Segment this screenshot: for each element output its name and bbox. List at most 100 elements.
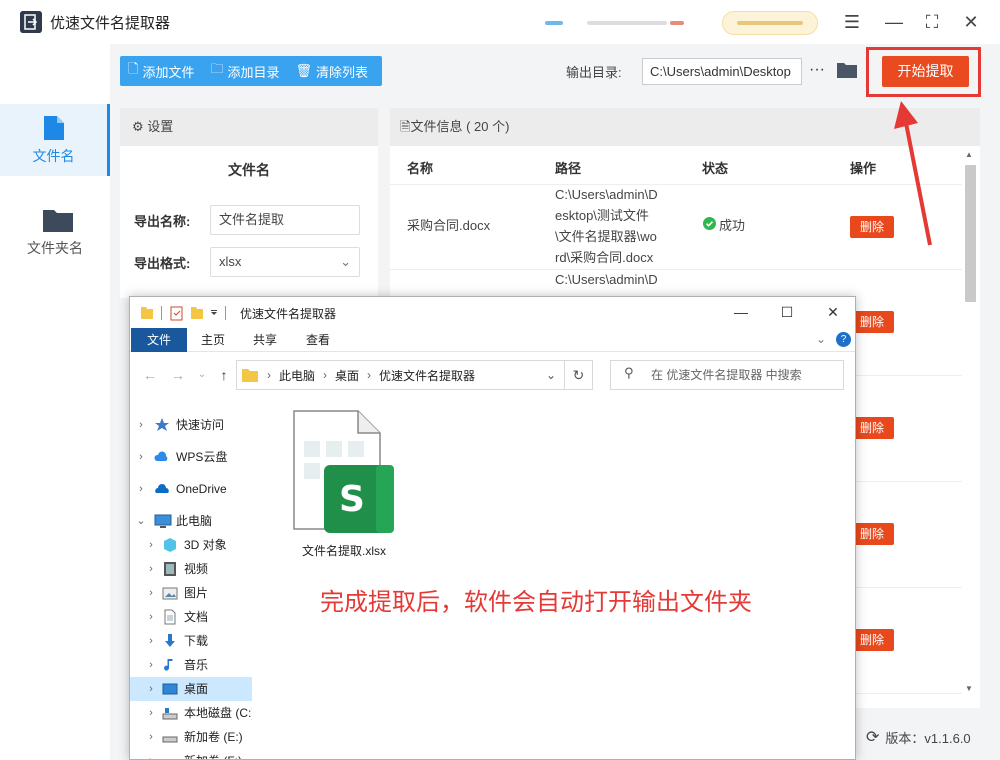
breadcrumb-item[interactable]: 桌面 [335, 367, 359, 384]
chevron-right-icon[interactable]: › [144, 725, 158, 749]
quick-access-toolbar-icon[interactable] [139, 304, 234, 322]
file-name-cell: 采购合同.docx [407, 218, 491, 233]
vip-badge[interactable] [722, 11, 818, 35]
tab-file[interactable]: 文件 [131, 328, 187, 352]
close-icon[interactable]: ✕ [957, 8, 985, 36]
chevron-right-icon[interactable]: › [144, 557, 158, 581]
picture-icon [162, 585, 178, 601]
tree-item-local-disk-c[interactable]: › 本地磁盘 (C:) [130, 701, 252, 725]
settings-header: ⚙ 设置 [120, 108, 378, 146]
fullscreen-icon[interactable]: ⛶ [918, 8, 946, 36]
desktop-icon [162, 681, 178, 697]
tree-item-onedrive[interactable]: › OneDrive [130, 477, 252, 501]
explorer-title: 优速文件名提取器 [240, 307, 337, 321]
menu-icon[interactable]: ☰ [838, 8, 866, 36]
tree-item-this-pc[interactable]: ⌄ 此电脑 [130, 509, 252, 533]
chevron-right-icon[interactable]: › [144, 701, 158, 725]
drive-icon [162, 705, 178, 721]
output-dir-input[interactable]: C:\Users\admin\Desktop [642, 58, 802, 85]
tree-item-desktop[interactable]: › 桌面 [130, 677, 252, 701]
back-arrow-icon[interactable]: ← [138, 360, 162, 390]
tree-item-documents[interactable]: › 文档 [130, 605, 252, 629]
tree-item-music[interactable]: › 音乐 [130, 653, 252, 677]
export-format-select[interactable]: xlsx ⌄ [210, 247, 360, 277]
address-bar[interactable]: › 此电脑 › 桌面 › 优速文件名提取器 ⌄ [236, 360, 565, 390]
breadcrumb-item[interactable]: 优速文件名提取器 [379, 367, 475, 384]
chevron-right-icon[interactable]: › [144, 581, 158, 605]
tab-view[interactable]: 查看 [295, 328, 341, 352]
file-icon [41, 114, 67, 142]
chevron-right-icon[interactable]: › [144, 629, 158, 653]
recent-dropdown-icon[interactable]: ⌄ [190, 360, 214, 390]
column-header-status: 状态 [702, 161, 729, 176]
search-input[interactable]: 在 优速文件名提取器 中搜索 [610, 360, 844, 390]
download-icon [162, 633, 178, 649]
chevron-down-icon[interactable]: ⌄ [134, 509, 148, 533]
explorer-maximize-icon[interactable]: ☐ [764, 297, 810, 327]
chevron-right-icon[interactable]: › [144, 533, 158, 557]
export-name-label: 导出名称: [134, 213, 191, 229]
refresh-button[interactable]: ↻ [565, 360, 593, 390]
chevron-right-icon[interactable]: › [134, 413, 148, 437]
sidebar-item-filename[interactable]: 文件名 [0, 104, 110, 176]
tree-item-volume-f[interactable]: › 新加卷 (F:) [130, 749, 252, 759]
file-explorer-window: 优速文件名提取器 — ☐ ✕ 文件 主页 共享 查看 ⌄ ? ← → ⌄ ↑ ›… [129, 296, 856, 760]
add-file-button[interactable]: 🗋 添加文件 [120, 60, 202, 82]
3d-objects-icon [162, 537, 178, 553]
delete-button[interactable]: 删除 [850, 216, 894, 238]
svg-text:S: S [339, 479, 365, 520]
clear-list-button[interactable]: 🗑 清除列表 [288, 62, 377, 81]
folder-icon [242, 369, 258, 382]
tree-item-downloads[interactable]: › 下载 [130, 629, 252, 653]
refresh-icon[interactable]: ⟳ [866, 727, 879, 747]
delete-button[interactable]: 删除 [850, 523, 894, 545]
up-arrow-icon[interactable]: ↑ [212, 360, 236, 390]
tree-item-videos[interactable]: › 视频 [130, 557, 252, 581]
star-icon [154, 417, 170, 433]
settings-panel: ⚙ 设置 文件名 导出名称: 文件名提取 导出格式: xlsx ⌄ [120, 108, 378, 298]
more-options-button[interactable]: ··· [806, 58, 828, 85]
delete-button[interactable]: 删除 [850, 417, 894, 439]
chevron-right-icon[interactable]: › [134, 445, 148, 469]
tree-item-pictures[interactable]: › 图片 [130, 581, 252, 605]
scroll-down-icon[interactable]: ▼ [965, 684, 973, 693]
delete-button[interactable]: 删除 [850, 629, 894, 651]
delete-button[interactable]: 删除 [850, 311, 894, 333]
tree-item-3d-objects[interactable]: › 3D 对象 [130, 533, 252, 557]
xlsx-file-icon[interactable]: S [290, 407, 396, 537]
open-folder-icon[interactable] [836, 60, 858, 82]
breadcrumb-item[interactable]: 此电脑 [279, 367, 315, 384]
minimize-icon[interactable]: — [880, 8, 908, 36]
row-divider [390, 269, 962, 270]
version-info: ⟳ 版本：v1.1.6.0 [866, 727, 971, 747]
tab-home[interactable]: 主页 [190, 328, 236, 352]
scroll-up-icon[interactable]: ▲ [965, 150, 973, 159]
forward-arrow-icon[interactable]: → [166, 360, 190, 390]
tree-item-volume-e[interactable]: › 新加卷 (E:) [130, 725, 252, 749]
add-directory-button[interactable]: 🗀 添加目录 [202, 60, 287, 82]
chevron-right-icon[interactable]: › [144, 653, 158, 677]
sidebar-item-foldername[interactable]: 文件夹名 [0, 196, 110, 268]
folder-icon [42, 206, 73, 234]
file-add-icon: 🗋 [128, 61, 139, 76]
chevron-right-icon[interactable]: › [144, 749, 158, 759]
export-name-input[interactable]: 文件名提取 [210, 205, 360, 235]
chevron-right-icon[interactable]: › [144, 677, 158, 701]
help-icon[interactable]: ? [836, 332, 851, 347]
address-dropdown-icon[interactable]: ⌄ [546, 368, 556, 382]
tree-item-wps-cloud[interactable]: › WPS云盘 [130, 445, 252, 469]
drive-icon [162, 753, 178, 759]
chevron-right-icon[interactable]: › [134, 477, 148, 501]
export-format-row: 导出格式: xlsx ⌄ [134, 247, 360, 277]
chevron-right-icon[interactable]: › [144, 605, 158, 629]
start-extract-button[interactable]: 开始提取 [882, 56, 969, 87]
trash-icon: 🗑 [295, 63, 313, 78]
scrollbar-thumb[interactable] [965, 165, 976, 302]
export-format-label: 导出格式: [134, 255, 191, 271]
tree-item-quick-access[interactable]: › 快速访问 [130, 413, 252, 437]
tab-share[interactable]: 共享 [242, 328, 288, 352]
explorer-close-icon[interactable]: ✕ [810, 297, 855, 327]
app-title: 优速文件名提取器 [50, 15, 171, 32]
explorer-minimize-icon[interactable]: — [718, 297, 764, 327]
ribbon-expand-icon[interactable]: ⌄ [816, 332, 826, 346]
